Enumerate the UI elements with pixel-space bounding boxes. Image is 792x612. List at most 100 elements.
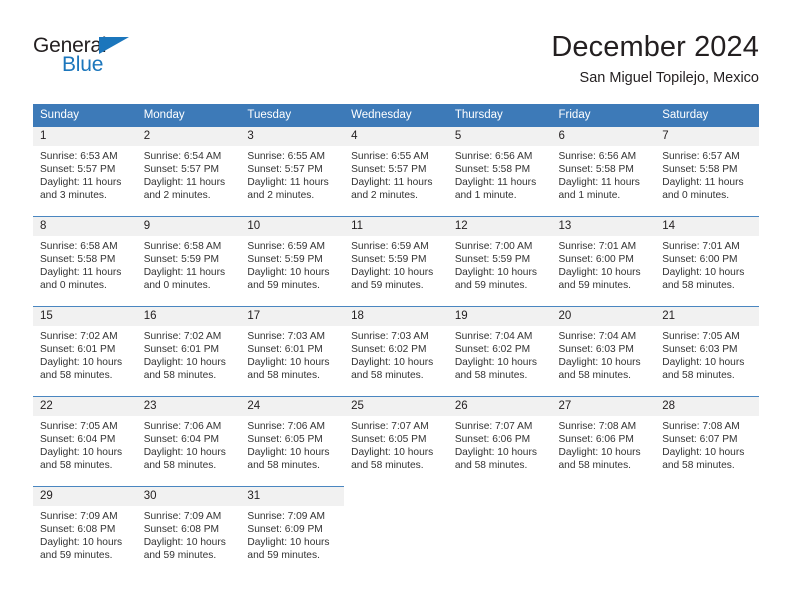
day-number — [344, 487, 448, 506]
sunrise-time: Sunrise: 7:08 AM — [662, 421, 740, 432]
day-details: Sunrise: 7:04 AM Sunset: 6:03 PM Daylight:… — [552, 326, 656, 382]
sunset-time: Sunset: 5:58 PM — [558, 164, 634, 176]
day-number: 27 — [551, 397, 656, 416]
daylight-duration-line2: and 2 minutes. — [143, 190, 211, 202]
day-details: Sunrise: 7:09 AM Sunset: 6:08 PM Daylight:… — [33, 506, 137, 562]
sunrise-time: Sunrise: 7:07 AM — [351, 421, 429, 432]
calendar-day-cell[interactable]: 14 Sunrise: 7:01 AM Sunset: 6:00 PM Dayligh… — [655, 216, 759, 307]
day-details: Sunrise: 6:55 AM Sunset: 5:57 PM Daylight:… — [344, 146, 448, 202]
daylight-duration-line2: and 1 minute. — [558, 190, 621, 202]
day-details: Sunrise: 6:56 AM Sunset: 5:58 PM Daylight:… — [552, 146, 656, 202]
calendar-day-cell[interactable]: 8 Sunrise: 6:58 AM Sunset: 5:58 PM Daylight… — [33, 216, 137, 307]
daylight-duration-line1: Daylight: 10 hours — [558, 447, 641, 459]
day-details: Sunrise: 7:05 AM Sunset: 6:04 PM Daylight:… — [33, 416, 137, 472]
calendar-day-cell[interactable]: 22 Sunrise: 7:05 AM Sunset: 6:04 PM Dayligh… — [33, 396, 137, 487]
day-details: Sunrise: 7:03 AM Sunset: 6:02 PM Daylight:… — [344, 326, 448, 382]
day-details: Sunrise: 7:08 AM Sunset: 6:07 PM Daylight:… — [655, 416, 759, 472]
day-details: Sunrise: 7:05 AM Sunset: 6:03 PM Daylight:… — [655, 326, 759, 382]
day-details: Sunrise: 6:57 AM Sunset: 5:58 PM Daylight:… — [655, 146, 759, 202]
weekday-header-wednesday: Wednesday — [344, 104, 448, 127]
sunrise-time: Sunrise: 7:04 AM — [558, 331, 637, 342]
calendar-grid: Sunday Monday Tuesday Wednesday Thursday… — [33, 104, 759, 576]
calendar-day-cell[interactable]: 4 Sunrise: 6:55 AM Sunset: 5:57 PM Daylight… — [344, 127, 448, 217]
calendar-day-cell[interactable]: 2 Sunrise: 6:54 AM Sunset: 5:57 PM Daylight… — [136, 127, 241, 217]
sunset-time: Sunset: 6:09 PM — [247, 524, 323, 536]
calendar-day-cell[interactable]: 31 Sunrise: 7:09 AM Sunset: 6:09 PM Dayligh… — [240, 486, 345, 576]
sunset-time: Sunset: 5:59 PM — [247, 254, 323, 266]
calendar-day-cell[interactable]: 13 Sunrise: 7:01 AM Sunset: 6:00 PM Dayligh… — [551, 216, 656, 307]
calendar-day-cell[interactable]: 26 Sunrise: 7:07 AM Sunset: 6:06 PM Dayligh… — [447, 396, 552, 487]
sunrise-time: Sunrise: 6:56 AM — [558, 151, 637, 162]
day-number — [655, 487, 759, 506]
daylight-duration-line2: and 59 minutes. — [247, 280, 320, 292]
calendar-day-cell[interactable]: 20 Sunrise: 7:04 AM Sunset: 6:03 PM Dayligh… — [551, 306, 656, 397]
day-number: 24 — [240, 397, 345, 416]
calendar-day-cell[interactable]: 29 Sunrise: 7:09 AM Sunset: 6:08 PM Dayligh… — [33, 486, 137, 576]
day-number: 4 — [344, 127, 448, 146]
daylight-duration-line2: and 58 minutes. — [662, 460, 735, 472]
sunset-time: Sunset: 6:01 PM — [40, 344, 116, 356]
calendar-day-cell[interactable]: 27 Sunrise: 7:08 AM Sunset: 6:06 PM Dayligh… — [551, 396, 656, 487]
calendar-day-cell[interactable]: 12 Sunrise: 7:00 AM Sunset: 5:59 PM Dayligh… — [447, 216, 552, 307]
daylight-duration-line1: Daylight: 10 hours — [143, 447, 226, 459]
calendar-day-cell[interactable]: 25 Sunrise: 7:07 AM Sunset: 6:05 PM Dayligh… — [344, 396, 448, 487]
calendar-week-row: 1 Sunrise: 6:53 AM Sunset: 5:57 PM Daylight… — [33, 127, 759, 217]
calendar-day-cell[interactable]: 7 Sunrise: 6:57 AM Sunset: 5:58 PM Daylight… — [655, 127, 759, 217]
day-details: Sunrise: 6:58 AM Sunset: 5:58 PM Daylight:… — [33, 236, 137, 292]
sunset-time: Sunset: 6:06 PM — [558, 434, 634, 446]
sunrise-time: Sunrise: 6:54 AM — [143, 151, 222, 162]
daylight-duration-line1: Daylight: 10 hours — [247, 357, 330, 369]
calendar-day-cell[interactable]: 30 Sunrise: 7:09 AM Sunset: 6:08 PM Dayligh… — [136, 486, 241, 576]
calendar-day-cell[interactable]: 10 Sunrise: 6:59 AM Sunset: 5:59 PM Dayligh… — [240, 216, 345, 307]
weekday-header-friday: Friday — [551, 104, 656, 127]
calendar-day-cell[interactable]: 11 Sunrise: 6:59 AM Sunset: 5:59 PM Dayligh… — [344, 216, 448, 307]
calendar-day-cell[interactable]: 9 Sunrise: 6:58 AM Sunset: 5:59 PM Daylight… — [136, 216, 241, 307]
calendar-day-cell[interactable]: 6 Sunrise: 6:56 AM Sunset: 5:58 PM Daylight… — [551, 127, 656, 217]
day-number: 14 — [655, 217, 759, 236]
sunrise-time: Sunrise: 7:04 AM — [454, 331, 533, 342]
day-number: 8 — [33, 217, 137, 236]
calendar-day-cell[interactable]: 19 Sunrise: 7:04 AM Sunset: 6:02 PM Dayligh… — [447, 306, 552, 397]
day-number: 25 — [344, 397, 448, 416]
daylight-duration-line2: and 58 minutes. — [558, 460, 632, 472]
calendar-day-cell[interactable]: 28 Sunrise: 7:08 AM Sunset: 6:07 PM Dayligh… — [655, 396, 759, 487]
daylight-duration-line2: and 58 minutes. — [351, 460, 424, 472]
sunrise-time: Sunrise: 7:09 AM — [40, 511, 118, 522]
sunrise-time: Sunrise: 7:07 AM — [454, 421, 533, 432]
calendar-day-cell[interactable]: 15 Sunrise: 7:02 AM Sunset: 6:01 PM Dayligh… — [33, 306, 137, 397]
daylight-duration-line2: and 59 minutes. — [454, 280, 528, 292]
day-number: 19 — [447, 307, 552, 326]
daylight-duration-line2: and 58 minutes. — [247, 460, 320, 472]
calendar-table: Sunday Monday Tuesday Wednesday Thursday… — [33, 104, 759, 576]
sunrise-time: Sunrise: 7:02 AM — [143, 331, 222, 342]
sunrise-time: Sunrise: 7:01 AM — [662, 241, 740, 252]
daylight-duration-line2: and 58 minutes. — [454, 370, 528, 382]
sunrise-time: Sunrise: 6:56 AM — [454, 151, 533, 162]
calendar-day-cell[interactable]: 17 Sunrise: 7:03 AM Sunset: 6:01 PM Dayligh… — [240, 306, 345, 397]
calendar-day-cell[interactable]: 16 Sunrise: 7:02 AM Sunset: 6:01 PM Dayligh… — [136, 306, 241, 397]
sunrise-time: Sunrise: 7:05 AM — [40, 421, 118, 432]
calendar-day-cell[interactable]: 24 Sunrise: 7:06 AM Sunset: 6:05 PM Dayligh… — [240, 396, 345, 487]
calendar-day-cell[interactable]: 1 Sunrise: 6:53 AM Sunset: 5:57 PM Daylight… — [33, 127, 137, 217]
sunset-time: Sunset: 5:58 PM — [454, 164, 531, 176]
day-number: 21 — [655, 307, 759, 326]
sunset-time: Sunset: 5:59 PM — [454, 254, 531, 266]
day-number: 23 — [136, 397, 241, 416]
daylight-duration-line2: and 0 minutes. — [40, 280, 107, 292]
calendar-day-cell[interactable]: 5 Sunrise: 6:56 AM Sunset: 5:58 PM Daylight… — [447, 127, 552, 217]
page-subtitle: San Miguel Topilejo, Mexico — [579, 70, 759, 87]
weekday-header-monday: Monday — [136, 104, 241, 127]
daylight-duration-line1: Daylight: 11 hours — [558, 177, 640, 189]
calendar-day-cell[interactable]: 23 Sunrise: 7:06 AM Sunset: 6:04 PM Dayligh… — [136, 396, 241, 487]
daylight-duration-line1: Daylight: 11 hours — [143, 177, 226, 189]
sunset-time: Sunset: 5:57 PM — [351, 164, 427, 176]
daylight-duration-line1: Daylight: 10 hours — [40, 357, 123, 369]
calendar-day-cell[interactable]: 3 Sunrise: 6:55 AM Sunset: 5:57 PM Daylight… — [240, 127, 345, 217]
day-details: Sunrise: 6:59 AM Sunset: 5:59 PM Daylight:… — [344, 236, 448, 292]
daylight-duration-line2: and 58 minutes. — [40, 460, 113, 472]
calendar-day-cell[interactable]: 18 Sunrise: 7:03 AM Sunset: 6:02 PM Dayligh… — [344, 306, 448, 397]
day-details: Sunrise: 6:53 AM Sunset: 5:57 PM Daylight:… — [33, 146, 137, 202]
calendar-day-cell[interactable]: 21 Sunrise: 7:05 AM Sunset: 6:03 PM Dayligh… — [655, 306, 759, 397]
daylight-duration-line2: and 59 minutes. — [143, 550, 217, 562]
daylight-duration-line1: Daylight: 10 hours — [351, 447, 434, 459]
